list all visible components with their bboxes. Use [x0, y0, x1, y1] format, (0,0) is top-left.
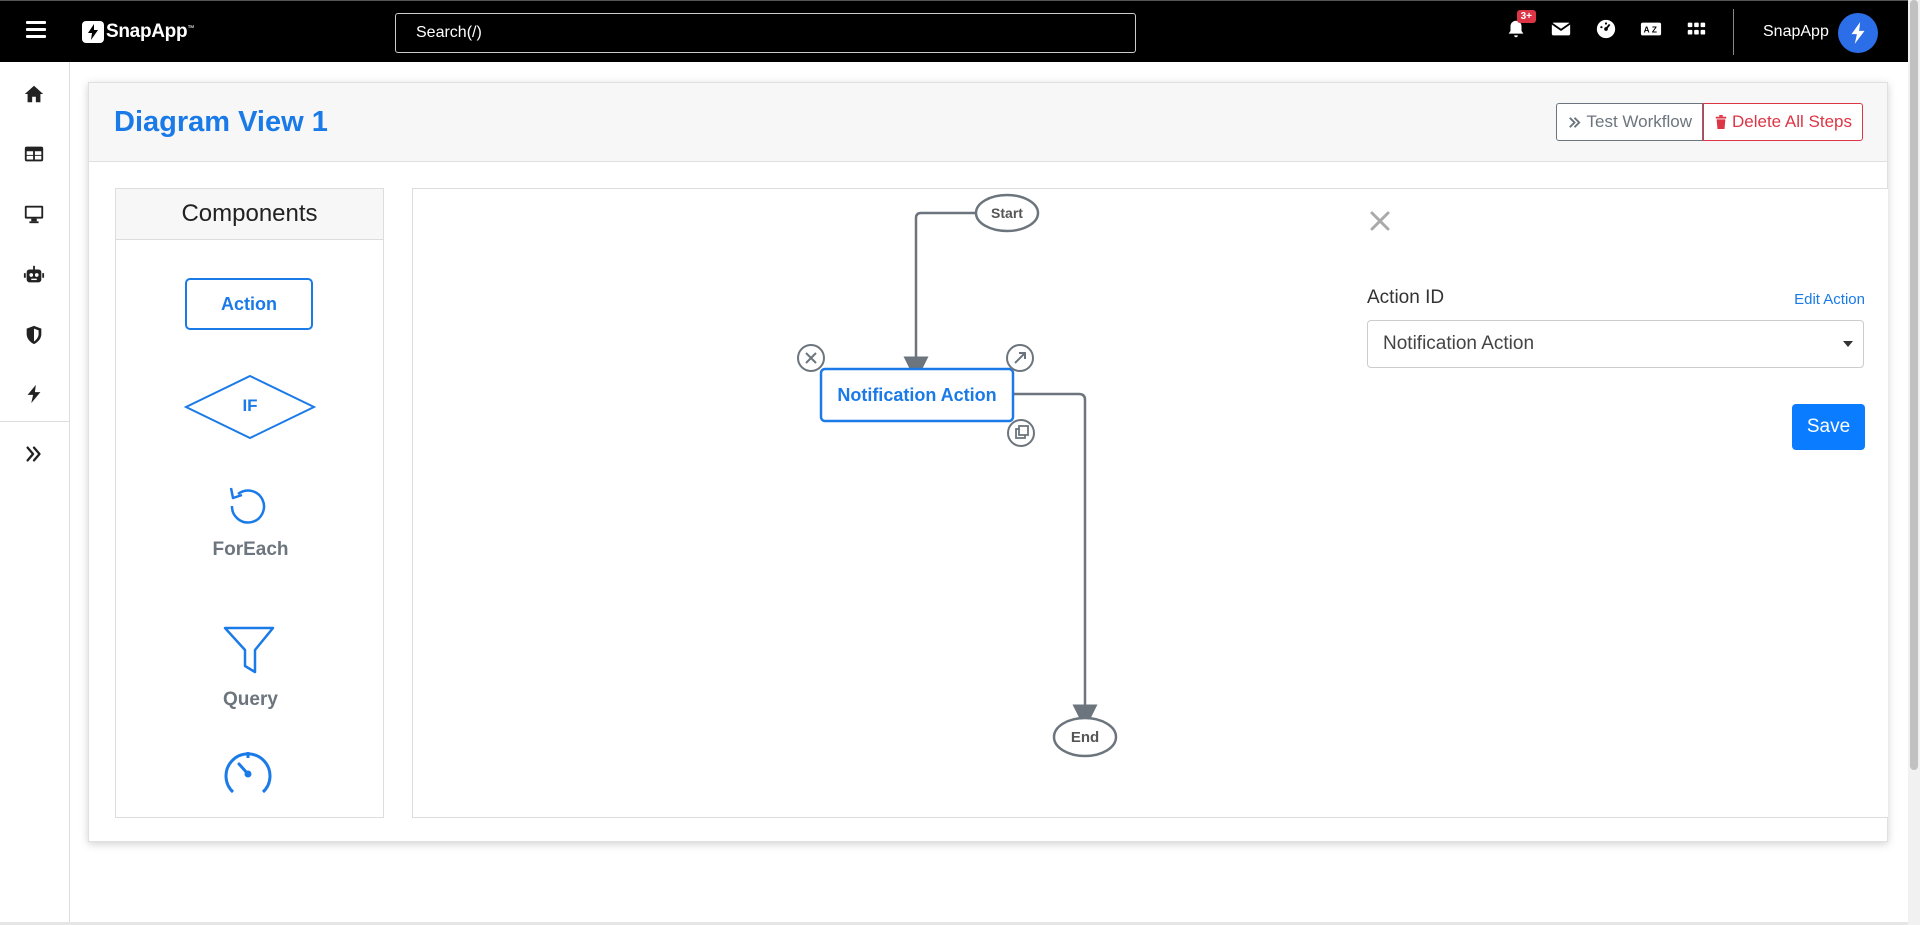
envelope-icon[interactable] [1549, 17, 1573, 41]
delete-all-steps-label: Delete All Steps [1731, 112, 1852, 131]
action-id-label: Action ID [1367, 287, 1445, 308]
query-label: Query [223, 689, 278, 710]
card-header: Diagram View 1 Test Workflow Delete All … [89, 83, 1887, 162]
action-id-value: Notification Action [1383, 333, 1535, 354]
bolt-icon[interactable] [21, 381, 47, 407]
search-input[interactable]: Search(/) [395, 13, 1136, 53]
double-chevron-right-icon[interactable] [21, 441, 47, 467]
start-node[interactable]: Start [974, 193, 1040, 233]
if-label: IF [242, 396, 258, 415]
start-label: Start [991, 205, 1023, 221]
table-icon[interactable] [21, 141, 47, 167]
top-navbar: SnapApp ™ Search(/) 3+ AZ SnapApp [0, 0, 1908, 62]
diagram-canvas[interactable]: Start Notification Action End [412, 188, 1347, 818]
foreach-label: ForEach [212, 539, 289, 560]
page-title: Diagram View 1 [114, 106, 328, 138]
navbar-divider [1733, 9, 1734, 55]
start-to-node-connector [903, 211, 976, 382]
bolt-logo-icon [82, 21, 104, 43]
node-label: Notification Action [837, 385, 996, 405]
test-workflow-label: Test Workflow [1586, 112, 1692, 131]
sidebar-divider [0, 421, 70, 422]
end-node[interactable]: End [1052, 716, 1118, 758]
edit-action-link[interactable]: Edit Action [1794, 291, 1865, 308]
delete-node-icon[interactable] [797, 344, 825, 372]
caret-down-icon [1843, 341, 1853, 347]
save-button[interactable]: Save [1792, 404, 1865, 450]
robot-icon[interactable] [21, 262, 47, 288]
properties-panel: Action ID Edit Action Notification Actio… [1346, 188, 1888, 818]
action-component[interactable]: Action [185, 278, 313, 330]
open-node-icon[interactable] [1006, 344, 1034, 372]
double-chevron-right-icon [1569, 116, 1581, 128]
apps-grid-icon[interactable] [1684, 17, 1708, 41]
end-label: End [1071, 729, 1099, 746]
delete-all-steps-button[interactable]: Delete All Steps [1702, 103, 1863, 141]
components-title: Components [116, 189, 383, 240]
workflow-diagram: Start Notification Action End [797, 193, 1118, 758]
translate-az-icon[interactable]: AZ [1639, 17, 1663, 41]
shield-icon[interactable] [21, 322, 47, 348]
hamburger-menu-icon[interactable] [26, 21, 46, 39]
notification-badge: 3+ [1516, 10, 1536, 23]
brand-logo[interactable]: SnapApp ™ [82, 20, 194, 44]
if-component[interactable]: IF [183, 374, 317, 440]
components-panel: Components Action IF ForEach Query [115, 188, 384, 818]
notification-bell-icon[interactable]: 3+ [1504, 10, 1536, 41]
monitor-icon[interactable] [21, 201, 47, 227]
loop-arrow-icon[interactable] [224, 482, 272, 530]
user-avatar[interactable] [1838, 13, 1878, 53]
funnel-filter-icon[interactable] [221, 622, 277, 678]
action-id-select[interactable]: Notification Action [1367, 320, 1864, 368]
page-scrollbar-thumb[interactable] [1910, 0, 1918, 770]
home-icon[interactable] [21, 81, 47, 107]
svg-text:Z: Z [1652, 26, 1657, 35]
svg-text:A: A [1644, 26, 1650, 35]
notification-action-node[interactable]: Notification Action [819, 367, 1015, 423]
top-icon-bar: 3+ AZ [1483, 10, 1708, 41]
dashboard-gauge-icon[interactable] [1594, 17, 1618, 41]
toolbar-button-group: Test Workflow Delete All Steps [1556, 103, 1863, 141]
brand-name: SnapApp [106, 21, 188, 42]
brand-trademark: ™ [187, 24, 195, 32]
trash-icon [1715, 115, 1727, 129]
diagram-card: Diagram View 1 Test Workflow Delete All … [88, 82, 1888, 842]
sidebar [0, 62, 70, 925]
timer-gauge-icon[interactable] [219, 744, 277, 802]
user-name[interactable]: SnapApp [1763, 23, 1829, 41]
close-icon[interactable] [1368, 209, 1392, 233]
test-workflow-button[interactable]: Test Workflow [1556, 103, 1703, 141]
copy-node-icon[interactable] [1007, 419, 1035, 447]
